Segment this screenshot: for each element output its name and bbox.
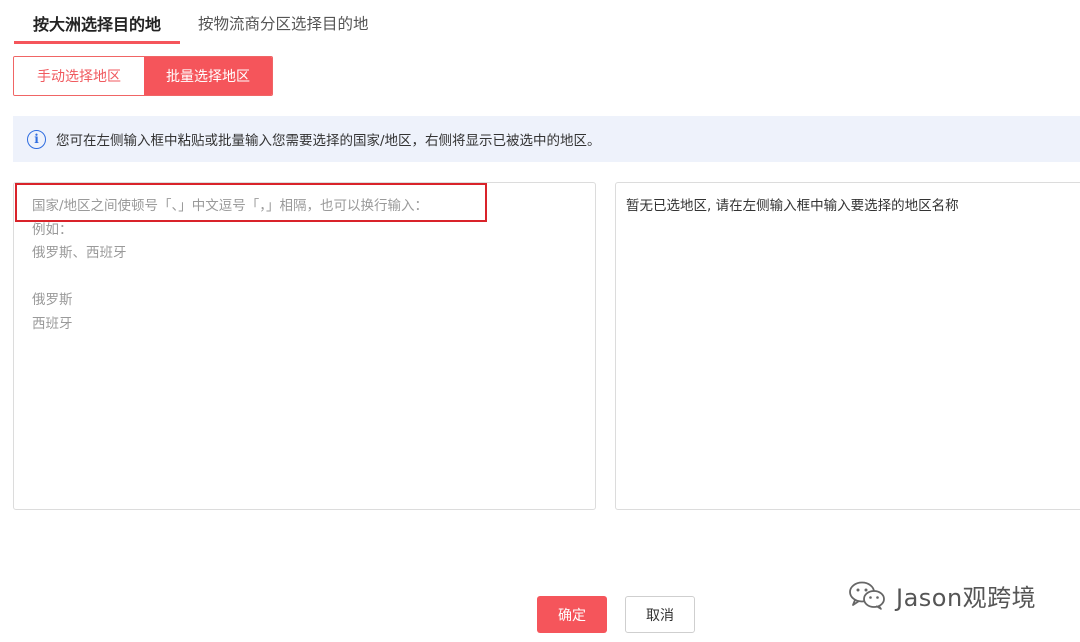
tab-by-continent[interactable]: 按大洲选择目的地 [14, 0, 180, 46]
tab-by-carrier-zone[interactable]: 按物流商分区选择目的地 [198, 0, 369, 46]
confirm-button[interactable]: 确定 [537, 596, 607, 633]
watermark-text: Jason观跨境 [896, 583, 1037, 612]
destination-tabs: 按大洲选择目的地 按物流商分区选择目的地 [14, 0, 369, 46]
batch-select-button[interactable]: 批量选择地区 [144, 57, 272, 95]
batch-input-panel: 国家/地区之间使顿号「、」中文逗号「，」相隔，也可以换行输入： 例如： 俄罗斯、… [13, 182, 596, 510]
manual-select-button[interactable]: 手动选择地区 [14, 57, 144, 95]
wechat-icon [849, 581, 885, 610]
info-text: 您可在左侧输入框中粘贴或批量输入您需要选择的国家/地区，右侧将显示已被选中的地区… [56, 133, 601, 149]
batch-region-input[interactable] [14, 183, 595, 509]
selected-regions-panel: 暂无已选地区, 请在左侧输入框中输入要选择的地区名称 [615, 182, 1080, 510]
watermark: Jason观跨境 [848, 578, 1036, 612]
cancel-button[interactable]: 取消 [625, 596, 695, 633]
selection-mode-toggle: 手动选择地区 批量选择地区 [13, 56, 273, 96]
info-icon: i [27, 129, 46, 149]
selected-regions-empty-text: 暂无已选地区, 请在左侧输入框中输入要选择的地区名称 [626, 198, 959, 214]
info-banner: i 您可在左侧输入框中粘贴或批量输入您需要选择的国家/地区，右侧将显示已被选中的… [13, 116, 1080, 162]
